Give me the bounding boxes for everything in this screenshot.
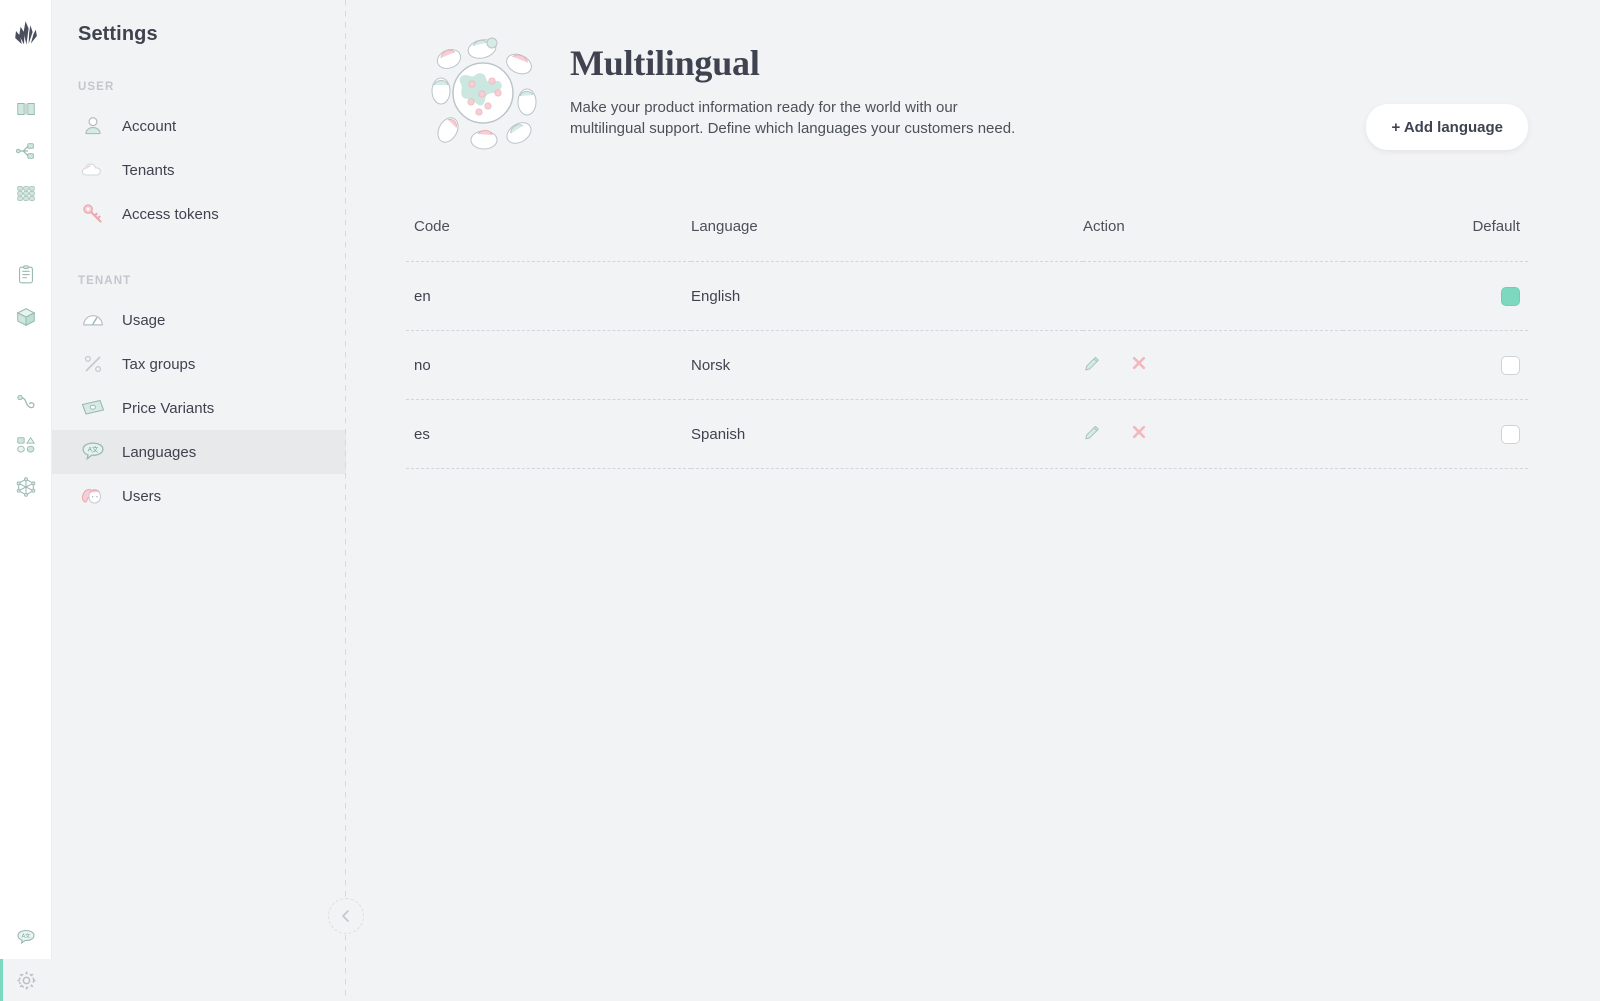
sidebar-item-label: Users xyxy=(122,487,162,505)
table-head: Code Language Action Default xyxy=(406,218,1528,262)
cell-code: en xyxy=(406,261,691,331)
sidebar-group-tenant: Usage Tax groups Price Variants A文 Langu… xyxy=(52,298,346,518)
column-header-default: Default xyxy=(1472,218,1520,235)
languages-table-wrapper: Code Language Action Default en English xyxy=(406,218,1528,469)
icon-rail: A文 xyxy=(0,0,52,1001)
default-checkbox[interactable] xyxy=(1501,286,1520,306)
language-bubble-icon: A文 xyxy=(78,437,108,467)
multilingual-title: Multilingual xyxy=(570,43,760,83)
cell-action xyxy=(1083,330,1343,400)
default-checkbox[interactable] xyxy=(1501,355,1520,375)
rail-item-topics[interactable] xyxy=(0,130,52,172)
sidebar-section-label-tenant: TENANT xyxy=(78,275,132,287)
sidebar-collapse-button[interactable] xyxy=(328,898,364,934)
book-icon xyxy=(16,103,35,115)
sidebar-item-label: Tenants xyxy=(122,161,175,179)
graphql-icon xyxy=(16,477,35,497)
sidebar-item-languages[interactable]: A文 Languages xyxy=(52,430,346,474)
cell-default xyxy=(1343,261,1528,331)
table-row: es Spanish xyxy=(406,399,1528,469)
crystallize-logo-icon[interactable] xyxy=(11,18,41,48)
settings-sidebar: Settings USER Account Tenants Access tok… xyxy=(52,0,364,1001)
sidebar-item-usage[interactable]: Usage xyxy=(52,298,346,342)
sidebar-item-price-variants[interactable]: Price Variants xyxy=(52,386,346,430)
rail-bottom-group: A文 xyxy=(0,917,52,1001)
sidebar-item-access-tokens[interactable]: Access tokens xyxy=(52,192,346,236)
sidebar-item-label: Usage xyxy=(122,311,166,329)
rail-item-graphql[interactable] xyxy=(0,466,52,508)
users-icon xyxy=(78,481,108,511)
cell-language: Norsk xyxy=(691,330,1083,400)
column-header-action: Action xyxy=(1083,218,1125,235)
sidebar-section-label-user: USER xyxy=(78,81,115,93)
page-header: Multilingual Make your product informati… xyxy=(346,0,1600,152)
sidebar-item-users[interactable]: Users xyxy=(52,474,346,518)
main-content: Multilingual Make your product informati… xyxy=(346,0,1600,1001)
rail-item-webhooks[interactable] xyxy=(0,382,52,424)
cell-default xyxy=(1343,399,1528,469)
sidebar-item-label: Access tokens xyxy=(122,205,219,223)
document-icon xyxy=(18,265,33,284)
hero-text: Multilingual Make your product informati… xyxy=(570,28,1022,139)
sidebar-item-label: Price Variants xyxy=(122,399,215,417)
table-row: en English xyxy=(406,261,1528,331)
box-icon xyxy=(16,308,35,327)
rail-item-documents[interactable] xyxy=(0,254,52,296)
banknote-icon xyxy=(78,393,108,423)
cell-code: no xyxy=(406,330,691,400)
sidebar-item-account[interactable]: Account xyxy=(52,104,346,148)
column-header-language: Language xyxy=(691,218,758,235)
svg-text:A文: A文 xyxy=(88,445,99,454)
chevron-left-icon xyxy=(342,910,349,922)
table-header-row: Code Language Action Default xyxy=(406,218,1528,262)
grid-icon xyxy=(16,186,35,201)
multilingual-description: Make your product information ready for … xyxy=(570,98,1016,137)
rail-item-grids[interactable] xyxy=(0,172,52,214)
rail-primary-group xyxy=(0,88,52,214)
key-icon xyxy=(78,199,108,229)
cloud-icon xyxy=(78,155,108,185)
app-root: A文 Settings USER Account Tenants Access … xyxy=(0,0,1600,1001)
cell-language: Spanish xyxy=(691,399,1083,469)
rail-item-products[interactable] xyxy=(0,296,52,338)
cell-code: es xyxy=(406,399,691,469)
edit-icon[interactable] xyxy=(1083,355,1103,375)
page-title: Settings xyxy=(78,23,158,45)
edit-icon[interactable] xyxy=(1083,424,1103,444)
languages-table: Code Language Action Default en English xyxy=(406,218,1528,469)
rail-item-settings[interactable] xyxy=(0,959,52,1001)
language-bubble-icon: A文 xyxy=(17,929,35,945)
table-row: no Norsk xyxy=(406,330,1528,400)
hook-icon xyxy=(16,394,34,409)
rail-item-language[interactable]: A文 xyxy=(0,917,52,959)
sidebar-group-user: Account Tenants Access tokens xyxy=(52,104,346,236)
sidebar-item-label: Tax groups xyxy=(122,355,196,373)
percent-icon xyxy=(78,349,108,379)
add-language-button[interactable]: + Add language xyxy=(1366,104,1528,150)
sidebar-item-tax-groups[interactable]: Tax groups xyxy=(52,342,346,386)
sidebar-item-tenants[interactable]: Tenants xyxy=(52,148,346,192)
person-icon xyxy=(78,111,108,141)
delete-icon[interactable] xyxy=(1131,424,1151,444)
cell-action xyxy=(1083,261,1343,331)
svg-text:A文: A文 xyxy=(22,932,31,940)
gear-icon xyxy=(16,970,36,990)
delete-icon[interactable] xyxy=(1131,355,1151,375)
rail-tools-group xyxy=(0,382,52,508)
sidebar-item-label: Account xyxy=(122,117,177,135)
sitemap-icon xyxy=(15,143,34,159)
globe-with-people-icon xyxy=(424,34,542,152)
cell-action xyxy=(1083,399,1343,469)
rail-item-catalogue[interactable] xyxy=(0,88,52,130)
column-header-code: Code xyxy=(414,218,450,235)
sidebar-item-label: Languages xyxy=(122,443,197,461)
cell-default xyxy=(1343,330,1528,400)
rail-item-shapes[interactable] xyxy=(0,424,52,466)
rail-content-group xyxy=(0,254,52,338)
cell-language: English xyxy=(691,261,1083,331)
table-body: en English no Norsk es Spanish xyxy=(406,261,1528,469)
shapes-icon xyxy=(16,436,35,453)
default-checkbox[interactable] xyxy=(1501,424,1520,444)
gauge-icon xyxy=(78,305,108,335)
